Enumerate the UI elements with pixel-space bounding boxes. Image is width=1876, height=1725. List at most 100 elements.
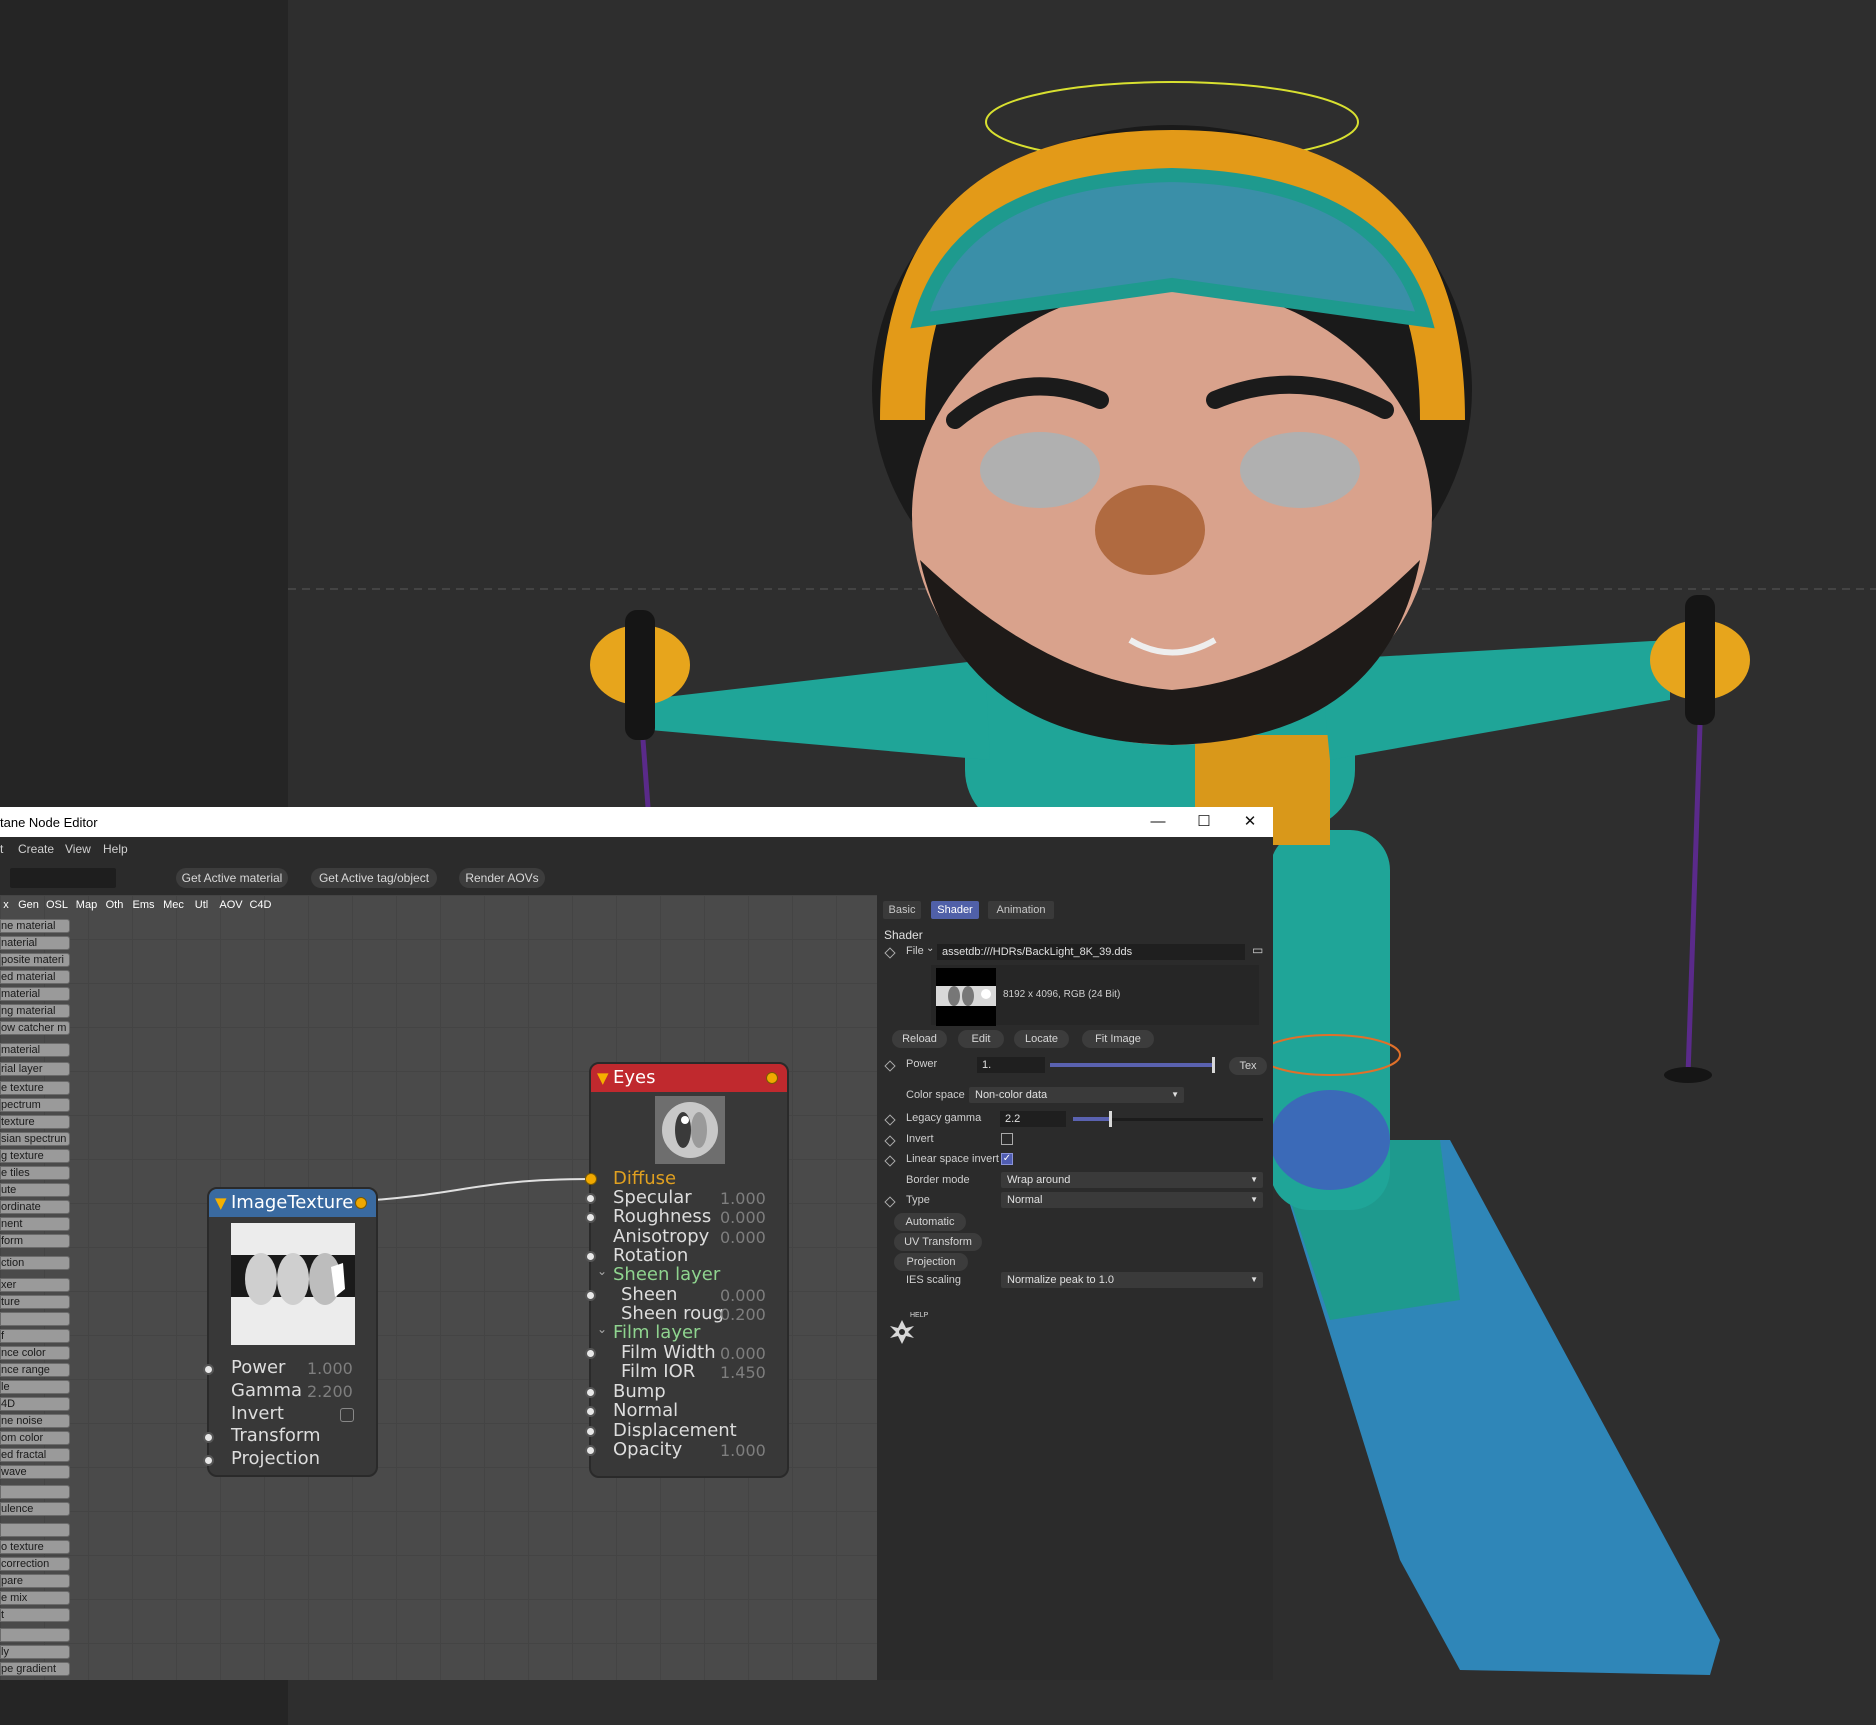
eyes-material-node[interactable]: ▼ Eyes Diffuse Specular 1.000 Roughness … xyxy=(585,1062,789,1478)
ies-scaling-dropdown[interactable]: Normalize peak to 1.0 ▼ xyxy=(1001,1272,1263,1288)
octane-node-editor-window: tane Node Editor — ☐ ✕ t Create View Hel… xyxy=(0,807,1273,1680)
node-search-input[interactable] xyxy=(10,868,116,888)
window-titlebar[interactable]: tane Node Editor — ☐ ✕ xyxy=(0,807,1273,837)
keyframe-diamond-icon[interactable] xyxy=(884,1114,896,1126)
tab-shader[interactable]: Shader xyxy=(931,901,979,919)
image-texture-node[interactable]: ▼ ImageTexture Power 1.000 Gamma 2.200 I… xyxy=(203,1187,378,1477)
sheen-roughness-value[interactable]: 0.200 xyxy=(720,1305,766,1324)
rotation-pin[interactable] xyxy=(585,1251,596,1262)
keyframe-diamond-icon[interactable] xyxy=(884,1135,896,1147)
linear-space-invert-checkbox[interactable]: ✓ xyxy=(1001,1153,1013,1165)
render-aovs-button[interactable]: Render AOVs xyxy=(459,868,545,888)
projection-pin[interactable] xyxy=(203,1455,214,1466)
invert-attr-label: Invert xyxy=(906,1133,934,1145)
menu-item-file[interactable]: t xyxy=(0,842,3,856)
get-active-material-button[interactable]: Get Active material xyxy=(176,868,288,888)
type-label: Type xyxy=(906,1194,930,1206)
color-space-dropdown[interactable]: Non-color data ▼ xyxy=(969,1087,1184,1103)
power-pin[interactable] xyxy=(203,1364,214,1375)
film-layer-label[interactable]: Film layer xyxy=(613,1322,700,1343)
folder-icon[interactable]: ▭ xyxy=(1252,943,1263,957)
invert-checkbox[interactable] xyxy=(340,1408,354,1422)
specular-value[interactable]: 1.000 xyxy=(720,1189,766,1208)
diffuse-pin[interactable] xyxy=(585,1173,597,1185)
toolbar: Get Active material Get Active tag/objec… xyxy=(0,861,1273,895)
node-graph-canvas[interactable]: x Gen OSL Map Oth Ems Mec Utl AOV C4D ne… xyxy=(0,895,877,1680)
anisotropy-value[interactable]: 0.000 xyxy=(720,1228,766,1247)
file-chevron-down-icon[interactable]: ⌄ xyxy=(926,943,934,954)
keyframe-diamond-icon[interactable] xyxy=(884,1155,896,1167)
opacity-value[interactable]: 1.000 xyxy=(720,1441,766,1460)
minimize-button[interactable]: — xyxy=(1135,807,1181,837)
keyframe-diamond-icon[interactable] xyxy=(884,1196,896,1208)
get-active-tag-button[interactable]: Get Active tag/object xyxy=(311,868,437,888)
invert-attr-checkbox[interactable] xyxy=(1001,1133,1013,1145)
rotation-label: Rotation xyxy=(613,1245,689,1266)
image-texture-node-header[interactable]: ▼ ImageTexture xyxy=(209,1189,376,1217)
tab-basic[interactable]: Basic xyxy=(883,901,921,919)
edit-button[interactable]: Edit xyxy=(958,1030,1004,1048)
type-dropdown[interactable]: Normal ▼ xyxy=(1001,1192,1263,1208)
roughness-value[interactable]: 0.000 xyxy=(720,1208,766,1227)
tex-button[interactable]: Tex xyxy=(1229,1057,1267,1075)
power-slider-handle[interactable] xyxy=(1212,1057,1215,1073)
gamma-value[interactable]: 2.200 xyxy=(307,1382,353,1401)
eyes-node-header[interactable]: ▼ Eyes xyxy=(591,1064,787,1092)
help-label: HELP xyxy=(910,1312,929,1319)
film-width-value[interactable]: 0.000 xyxy=(720,1344,766,1363)
octane-help-icon[interactable]: HELP xyxy=(888,1312,928,1348)
fit-image-button[interactable]: Fit Image xyxy=(1082,1030,1154,1048)
sheen-group-chevron-icon[interactable]: ⌄ xyxy=(597,1264,607,1278)
power-slider[interactable] xyxy=(1050,1055,1215,1075)
power-attr-field[interactable]: 1. xyxy=(977,1057,1045,1073)
sheen-pin[interactable] xyxy=(585,1290,596,1301)
border-mode-dropdown[interactable]: Wrap around ▼ xyxy=(1001,1172,1263,1188)
gamma-slider-handle[interactable] xyxy=(1109,1111,1112,1127)
file-preview-thumbnail xyxy=(936,968,996,1026)
menu-item-help[interactable]: Help xyxy=(103,842,128,856)
projection-group-button[interactable]: Projection xyxy=(894,1253,968,1271)
reload-button[interactable]: Reload xyxy=(892,1030,947,1048)
normal-pin[interactable] xyxy=(585,1406,596,1417)
image-texture-output-pin[interactable] xyxy=(355,1197,367,1209)
roughness-pin[interactable] xyxy=(585,1212,596,1223)
dropdown-arrow-icon: ▼ xyxy=(1250,1175,1258,1184)
film-ior-value[interactable]: 1.450 xyxy=(720,1363,766,1382)
projection-label: Projection xyxy=(231,1448,321,1469)
bump-label: Bump xyxy=(613,1381,666,1402)
power-label: Power xyxy=(231,1357,286,1378)
transform-pin[interactable] xyxy=(203,1432,214,1443)
automatic-group-button[interactable]: Automatic xyxy=(894,1213,966,1231)
menu-item-view[interactable]: View xyxy=(65,842,91,856)
file-path-field[interactable]: assetdb:///HDRs/BackLight_8K_39.dds xyxy=(937,944,1245,960)
legacy-gamma-slider[interactable] xyxy=(1073,1109,1263,1129)
anisotropy-label: Anisotropy xyxy=(613,1226,710,1247)
uv-transform-group-button[interactable]: UV Transform xyxy=(894,1233,982,1251)
sheen-value[interactable]: 0.000 xyxy=(720,1286,766,1305)
film-width-pin[interactable] xyxy=(585,1348,596,1359)
tab-animation[interactable]: Animation xyxy=(988,901,1054,919)
color-space-value: Non-color data xyxy=(975,1089,1048,1101)
bump-pin[interactable] xyxy=(585,1387,596,1398)
menu-item-create[interactable]: Create xyxy=(18,842,54,856)
eyes-node-title: Eyes xyxy=(613,1067,656,1088)
collapse-triangle-icon[interactable]: ▼ xyxy=(215,1189,227,1217)
keyframe-diamond-icon[interactable] xyxy=(884,1060,896,1072)
film-group-chevron-icon[interactable]: ⌄ xyxy=(597,1322,607,1336)
maximize-button[interactable]: ☐ xyxy=(1181,807,1227,837)
ies-scaling-value: Normalize peak to 1.0 xyxy=(1007,1274,1114,1286)
power-value[interactable]: 1.000 xyxy=(307,1359,353,1378)
legacy-gamma-field[interactable]: 2.2 xyxy=(1000,1111,1066,1127)
opacity-pin[interactable] xyxy=(585,1445,596,1456)
menu-bar: t Create View Help xyxy=(0,837,1273,861)
locate-button[interactable]: Locate xyxy=(1014,1030,1069,1048)
film-width-label: Film Width xyxy=(621,1342,716,1363)
displacement-pin[interactable] xyxy=(585,1426,596,1437)
eyes-output-pin[interactable] xyxy=(766,1072,778,1084)
specular-pin[interactable] xyxy=(585,1193,596,1204)
keyframe-diamond-icon[interactable] xyxy=(884,947,896,959)
gamma-slider-rest xyxy=(1111,1118,1263,1121)
collapse-triangle-icon[interactable]: ▼ xyxy=(597,1064,609,1092)
sheen-layer-label[interactable]: Sheen layer xyxy=(613,1264,720,1285)
close-button[interactable]: ✕ xyxy=(1227,807,1273,837)
